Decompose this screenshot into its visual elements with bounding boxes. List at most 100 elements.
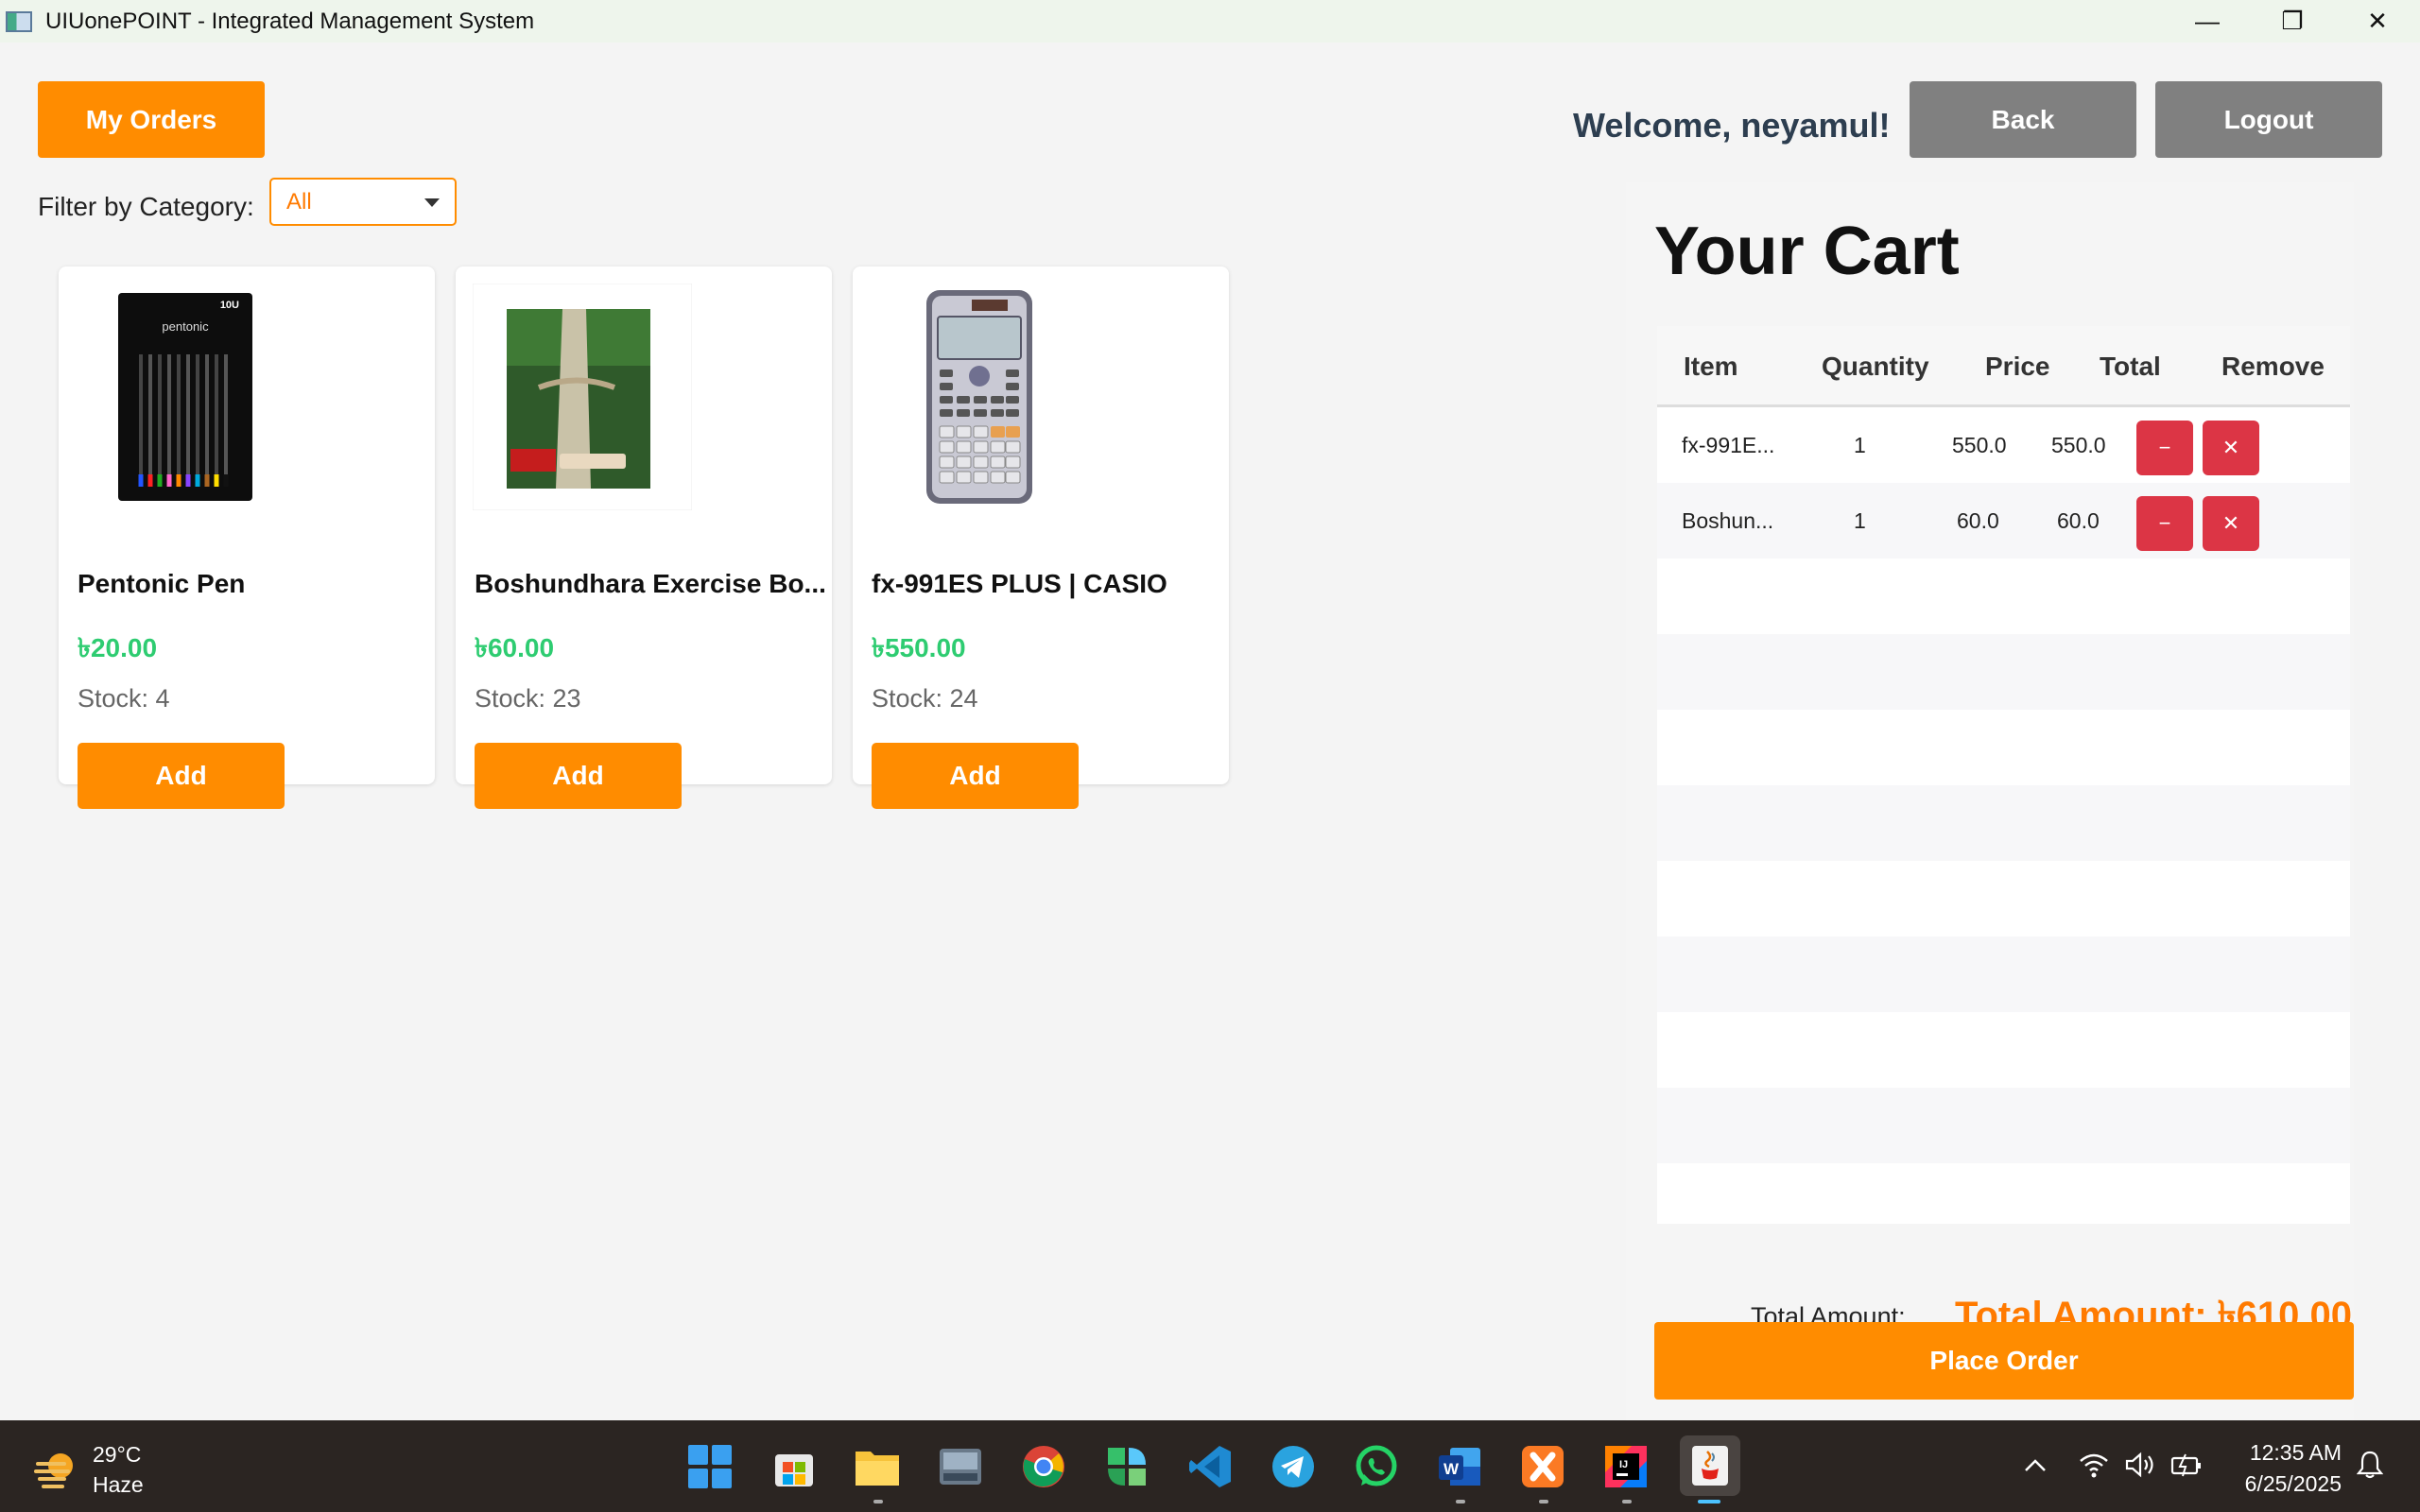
empty-row: [1657, 1163, 2350, 1224]
column-header-total[interactable]: Total: [2100, 326, 2161, 407]
cart-item-quantity: 1: [1854, 432, 1866, 457]
running-indicator: [1622, 1500, 1632, 1503]
microsoft-store-icon[interactable]: [769, 1441, 820, 1492]
product-image-pen: pentonic 10U: [76, 284, 295, 510]
product-image-exercise-book: [473, 284, 692, 510]
product-image-calculator: [870, 284, 1089, 510]
cart-row[interactable]: fx-991E... 1 550.0 550.0 − ✕: [1657, 407, 2350, 483]
whatsapp-icon[interactable]: [1351, 1441, 1402, 1492]
app-icon: [6, 10, 32, 32]
empty-row: [1657, 558, 2350, 634]
volume-icon[interactable]: [2125, 1449, 2157, 1481]
telegram-icon[interactable]: [1268, 1441, 1319, 1492]
product-name: Pentonic Pen: [78, 569, 246, 598]
file-explorer-icon[interactable]: [852, 1441, 903, 1492]
battery-icon[interactable]: [2170, 1449, 2203, 1481]
empty-row: [1657, 1012, 2350, 1088]
active-indicator: [1698, 1500, 1720, 1503]
window-titlebar: UIUonePOINT - Integrated Management Syst…: [0, 0, 2420, 43]
window-controls: — ❐ ✕: [2165, 0, 2420, 43]
cart-table-header: Item Quantity Price Total Remove: [1657, 326, 2350, 407]
haze-icon: [32, 1445, 81, 1494]
intellij-icon[interactable]: IJ: [1600, 1441, 1651, 1492]
column-header-remove[interactable]: Remove: [2221, 326, 2325, 407]
cart-item-total: 550.0: [2051, 432, 2106, 457]
java-app-icon[interactable]: [1680, 1435, 1740, 1496]
category-filter-value: All: [286, 188, 312, 215]
product-price: ৳550.00: [872, 633, 966, 662]
ms-apps-icon[interactable]: [1101, 1441, 1152, 1492]
product-stock: Stock: 23: [475, 684, 581, 713]
product-stock: Stock: 4: [78, 684, 170, 713]
clock-time: 12:35 AM: [2249, 1440, 2342, 1465]
remove-item-button[interactable]: ✕: [2203, 421, 2259, 475]
main-content: My Orders Welcome, neyamul! Back Logout …: [0, 43, 2420, 1458]
svg-text:W: W: [1443, 1460, 1460, 1478]
svg-text:10U: 10U: [220, 300, 239, 311]
running-indicator: [1539, 1500, 1548, 1503]
product-price: ৳60.00: [475, 633, 555, 662]
cart-title: Your Cart: [1654, 214, 1960, 289]
filter-label: Filter by Category:: [38, 192, 254, 221]
add-to-cart-button[interactable]: Add: [475, 743, 682, 809]
product-card: pentonic 10U Pentonic Pen ৳20.00 Stock: …: [59, 266, 435, 809]
running-indicator: [873, 1500, 883, 1503]
weather-widget[interactable]: 29°C Haze: [32, 1439, 144, 1500]
wifi-icon[interactable]: [2078, 1449, 2110, 1481]
product-price: ৳20.00: [78, 633, 158, 662]
svg-text:pentonic: pentonic: [162, 319, 209, 334]
product-stock: Stock: 24: [872, 684, 978, 713]
xampp-icon[interactable]: [1517, 1441, 1568, 1492]
svg-text:IJ: IJ: [1619, 1459, 1628, 1470]
product-name: Boshundhara Exercise Bo...: [475, 569, 824, 598]
welcome-text: Welcome, neyamul!: [1573, 106, 1891, 145]
add-to-cart-button[interactable]: Add: [872, 743, 1079, 809]
logout-button[interactable]: Logout: [2155, 81, 2382, 158]
column-header-item[interactable]: Item: [1684, 326, 1738, 407]
chevron-down-icon: [424, 198, 440, 207]
product-card: Boshundhara Exercise Bo... ৳60.00 Stock:…: [456, 266, 832, 809]
clock-date: 6/25/2025: [2244, 1471, 2342, 1496]
close-button[interactable]: ✕: [2335, 0, 2420, 43]
weather-description: Haze: [93, 1472, 144, 1497]
empty-row: [1657, 936, 2350, 1012]
decrease-quantity-button[interactable]: −: [2136, 496, 2193, 551]
empty-row: [1657, 861, 2350, 936]
add-to-cart-button[interactable]: Add: [78, 743, 285, 809]
column-header-quantity[interactable]: Quantity: [1822, 326, 1929, 407]
cart-row[interactable]: Boshun... 1 60.0 60.0 − ✕: [1657, 483, 2350, 558]
minimize-button[interactable]: —: [2165, 0, 2250, 43]
restore-button[interactable]: ❐: [2250, 0, 2335, 43]
chevron-up-icon[interactable]: [2019, 1449, 2051, 1481]
empty-row: [1657, 710, 2350, 785]
cart-item-total: 60.0: [2057, 507, 2100, 533]
place-order-button[interactable]: Place Order: [1654, 1322, 2354, 1400]
empty-row: [1657, 1088, 2350, 1163]
my-orders-button[interactable]: My Orders: [38, 81, 265, 158]
back-button[interactable]: Back: [1910, 81, 2136, 158]
vscode-icon[interactable]: [1184, 1441, 1236, 1492]
cart-item-price: 60.0: [1957, 507, 1999, 533]
cart-item-price: 550.0: [1952, 432, 2007, 457]
category-filter-select[interactable]: All: [269, 178, 457, 226]
remove-item-button[interactable]: ✕: [2203, 496, 2259, 551]
cart-table[interactable]: Item Quantity Price Total Remove fx-991E…: [1657, 326, 2350, 1224]
cart-item-name: fx-991E...: [1682, 432, 1775, 457]
product-card: fx-991ES PLUS | CASIO ৳550.00 Stock: 24 …: [853, 266, 1229, 809]
column-header-price[interactable]: Price: [1985, 326, 2050, 407]
taskbar: 29°C Haze W IJ 12:35 AM 6/25/2025: [0, 1420, 2420, 1512]
word-icon[interactable]: W: [1434, 1441, 1485, 1492]
product-name: fx-991ES PLUS | CASIO: [872, 569, 1167, 598]
empty-row: [1657, 634, 2350, 710]
notification-bell-icon[interactable]: [2354, 1449, 2386, 1481]
running-indicator: [1456, 1500, 1465, 1503]
empty-row: [1657, 785, 2350, 861]
cart-item-name: Boshun...: [1682, 507, 1774, 533]
chrome-icon[interactable]: [1018, 1441, 1069, 1492]
cart-item-quantity: 1: [1854, 507, 1866, 533]
decrease-quantity-button[interactable]: −: [2136, 421, 2193, 475]
windows-start-icon[interactable]: [684, 1441, 735, 1492]
window-title: UIUonePOINT - Integrated Management Syst…: [45, 8, 535, 34]
keyboard-app-icon[interactable]: [935, 1441, 986, 1492]
system-clock[interactable]: 12:35 AM 6/25/2025: [2226, 1437, 2342, 1500]
